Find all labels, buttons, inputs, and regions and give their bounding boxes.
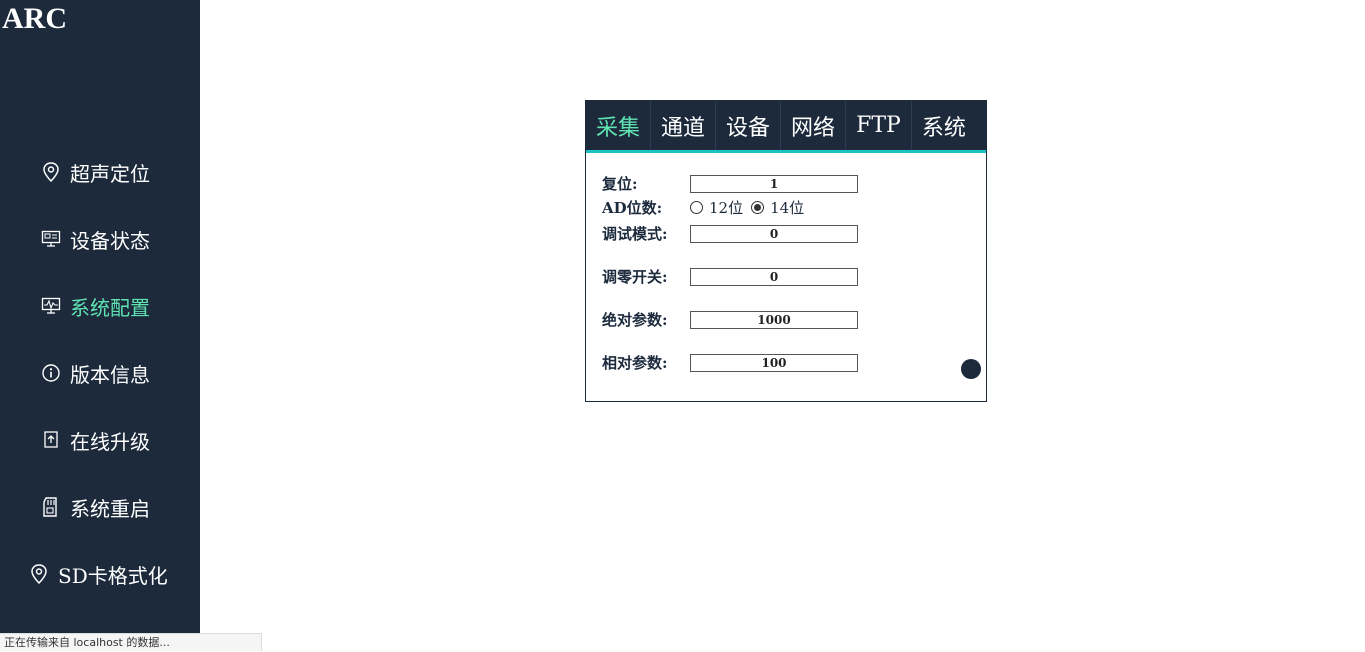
relative-param-label: 相对参数: bbox=[602, 354, 668, 372]
monitor-icon bbox=[40, 228, 62, 250]
tab-acquisition[interactable]: 采集 bbox=[586, 101, 652, 150]
config-panel: 采集 通道 设备 网络 FTP 系统 复位: 1 AD位数: 12位 14位 调… bbox=[585, 100, 987, 402]
zero-switch-input[interactable]: 0 bbox=[690, 267, 858, 286]
ad-bits-12-radio[interactable]: 12位 bbox=[690, 197, 743, 218]
zero-switch-row: 调零开关: 0 bbox=[602, 266, 858, 287]
sidebar-item-online-upgrade[interactable]: 在线升级 bbox=[0, 420, 240, 460]
location-pin-icon bbox=[40, 161, 62, 183]
sidebar-item-label: 设备状态 bbox=[70, 228, 150, 253]
radio-checked-icon bbox=[751, 201, 765, 214]
debug-mode-row: 调试模式: 0 bbox=[602, 223, 858, 244]
reset-label: 复位: bbox=[602, 175, 638, 193]
absolute-param-input[interactable]: 1000 bbox=[690, 310, 858, 329]
absolute-param-label: 绝对参数: bbox=[602, 311, 668, 329]
upgrade-icon bbox=[40, 429, 62, 451]
sidebar-item-label: 在线升级 bbox=[70, 429, 150, 454]
info-icon bbox=[40, 362, 62, 384]
sidebar: ARC 超声定位 设备状态 系统配置 版本信息 在线升级 系统重启 SD卡格式化 bbox=[0, 0, 200, 651]
sidebar-item-label: 版本信息 bbox=[70, 362, 150, 387]
sidebar-item-system-restart[interactable]: 系统重启 bbox=[0, 487, 240, 527]
save-dot-button[interactable] bbox=[961, 359, 981, 379]
tab-ftp[interactable]: FTP bbox=[846, 101, 912, 150]
sidebar-item-label: 系统重启 bbox=[70, 496, 150, 521]
ad-bits-14-radio[interactable]: 14位 bbox=[751, 197, 804, 218]
relative-param-row: 相对参数: 100 bbox=[602, 352, 858, 373]
ad-bits-row: AD位数: 12位 14位 bbox=[602, 197, 812, 218]
sidebar-item-device-status[interactable]: 设备状态 bbox=[0, 219, 240, 259]
ad-bits-label: AD位数: bbox=[602, 199, 663, 217]
sidebar-item-label: SD卡格式化 bbox=[58, 563, 168, 588]
sidebar-item-label: 超声定位 bbox=[70, 161, 150, 186]
sidebar-item-system-config[interactable]: 系统配置 bbox=[0, 286, 240, 326]
absolute-param-row: 绝对参数: 1000 bbox=[602, 309, 858, 330]
sidebar-item-sd-format[interactable]: SD卡格式化 bbox=[0, 554, 228, 594]
app-logo: ARC bbox=[2, 2, 67, 35]
sd-card-icon bbox=[40, 496, 62, 518]
browser-status-bar: 正在传输来自 localhost 的数据... bbox=[0, 633, 262, 651]
debug-mode-input[interactable]: 0 bbox=[690, 224, 858, 243]
tab-channel[interactable]: 通道 bbox=[651, 101, 717, 150]
tab-network[interactable]: 网络 bbox=[781, 101, 847, 150]
zero-switch-label: 调零开关: bbox=[602, 268, 668, 286]
radio-unchecked-icon bbox=[690, 201, 703, 214]
debug-mode-label: 调试模式: bbox=[602, 225, 668, 243]
ad-bits-12-label: 12位 bbox=[709, 199, 744, 217]
tab-device[interactable]: 设备 bbox=[716, 101, 782, 150]
sidebar-item-label: 系统配置 bbox=[70, 295, 150, 320]
config-tabs: 采集 通道 设备 网络 FTP 系统 bbox=[586, 101, 986, 153]
tab-system[interactable]: 系统 bbox=[912, 101, 976, 150]
location-pin-icon bbox=[28, 563, 50, 585]
reset-row: 复位: 1 bbox=[602, 173, 858, 194]
reset-input[interactable]: 1 bbox=[690, 174, 858, 193]
sidebar-item-ultrasonic-location[interactable]: 超声定位 bbox=[0, 152, 240, 192]
sidebar-item-version-info[interactable]: 版本信息 bbox=[0, 353, 240, 393]
relative-param-input[interactable]: 100 bbox=[690, 353, 858, 372]
chart-monitor-icon bbox=[40, 295, 62, 317]
ad-bits-14-label: 14位 bbox=[770, 199, 805, 217]
